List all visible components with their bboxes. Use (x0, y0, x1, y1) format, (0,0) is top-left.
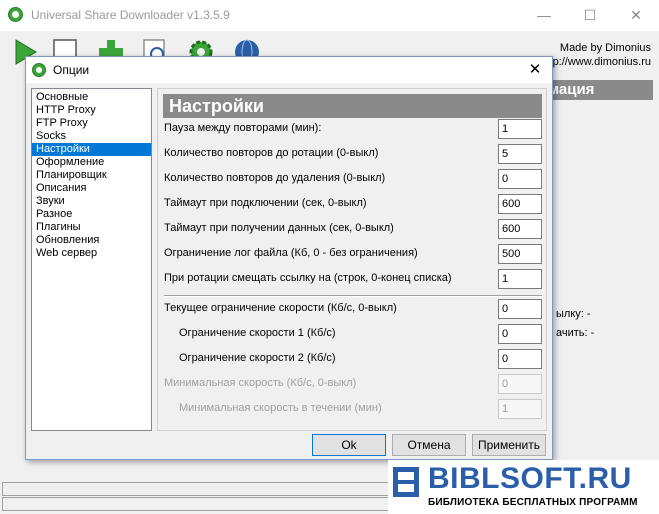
panel-title: Настройки (163, 94, 542, 118)
setting-label: Пауза между повторами (мин): (164, 122, 322, 134)
setting-input[interactable]: 1 (498, 269, 542, 289)
watermark: BIBLSOFT.RU БИБЛИОТЕКА БЕСПЛАТНЫХ ПРОГРА… (388, 460, 659, 514)
info-line-2: ачить: - (556, 327, 595, 339)
setting-label: Минимальная скорость (Кб/с, 0-выкл) (164, 377, 357, 389)
app-titlebar: Universal Share Downloader v1.3.5.9 — ☐ … (0, 0, 659, 31)
setting-input[interactable]: 600 (498, 194, 542, 214)
category-item[interactable]: Socks (32, 130, 151, 143)
category-item[interactable]: Настройки (32, 143, 151, 156)
category-item[interactable]: Основные (32, 91, 151, 104)
setting-label: Ограничение скорости 1 (Кб/с) (179, 327, 336, 339)
category-item[interactable]: FTP Proxy (32, 117, 151, 130)
setting-row: Таймаут при подключении (сек, 0-выкл) 600 (158, 194, 548, 215)
setting-input[interactable]: 0 (498, 324, 542, 344)
category-item[interactable]: Описания (32, 182, 151, 195)
setting-label: При ротации смещать ссылку на (строк, 0-… (164, 272, 452, 284)
cancel-button[interactable]: Отмена (392, 434, 466, 456)
status-field-2 (2, 497, 404, 511)
setting-label: Текущее ограничение скорости (Кб/с, 0-вы… (164, 302, 397, 314)
setting-input[interactable]: 0 (498, 299, 542, 319)
setting-label: Ограничение скорости 2 (Кб/с) (179, 352, 336, 364)
info-line-1: ылку: - (556, 308, 591, 320)
category-item[interactable]: Оформление (32, 156, 151, 169)
setting-label: Минимальная скорость в течении (мин) (179, 402, 382, 414)
setting-label: Таймаут при получении данных (сек, 0-вык… (164, 222, 394, 234)
setting-input[interactable]: 500 (498, 244, 542, 264)
section-divider (164, 295, 542, 297)
made-by-info: Made by Dimonius p://www.dimonius.ru (553, 41, 651, 69)
app-logo-icon (8, 7, 23, 22)
status-field-1 (2, 482, 404, 496)
setting-input[interactable]: 5 (498, 144, 542, 164)
close-window-button[interactable]: ✕ (613, 0, 659, 31)
watermark-logo-icon (393, 467, 419, 497)
setting-row: Текущее ограничение скорости (Кб/с, 0-вы… (158, 299, 548, 320)
setting-row: Количество повторов до ротации (0-выкл) 5 (158, 144, 548, 165)
setting-row: Ограничение лог файла (Кб, 0 - без огран… (158, 244, 548, 265)
setting-row: Количество повторов до удаления (0-выкл)… (158, 169, 548, 190)
setting-row: Минимальная скорость (Кб/с, 0-выкл) 0 (158, 374, 548, 395)
dialog-titlebar: Опции ✕ (26, 57, 552, 83)
category-item[interactable]: HTTP Proxy (32, 104, 151, 117)
setting-label: Таймаут при подключении (сек, 0-выкл) (164, 197, 367, 209)
maximize-button[interactable]: ☐ (567, 0, 613, 31)
watermark-subtitle: БИБЛИОТЕКА БЕСПЛАТНЫХ ПРОГРАММ (428, 497, 638, 508)
ok-button[interactable]: Ok (312, 434, 386, 456)
setting-row: Ограничение скорости 1 (Кб/с) 0 (158, 324, 548, 345)
dialog-close-button[interactable]: ✕ (520, 57, 550, 83)
app-title: Universal Share Downloader v1.3.5.9 (31, 8, 230, 22)
category-item[interactable]: Web сервер (32, 247, 151, 260)
made-by-text: Made by Dimonius (559, 42, 651, 54)
setting-label: Количество повторов до ротации (0-выкл) (164, 147, 379, 159)
setting-row: Минимальная скорость в течении (мин) 1 (158, 399, 548, 420)
setting-input[interactable]: 0 (498, 349, 542, 369)
options-dialog: Опции ✕ Основные HTTP Proxy FTP Proxy Socks… (25, 56, 553, 460)
setting-input[interactable]: 0 (498, 169, 542, 189)
category-item[interactable]: Обновления (32, 234, 151, 247)
category-list[interactable]: Основные HTTP Proxy FTP Proxy Socks Настройк… (31, 88, 152, 431)
watermark-title: BIBLSOFT.RU (428, 462, 632, 495)
dialog-logo-icon (32, 63, 46, 77)
setting-row: При ротации смещать ссылку на (строк, 0-… (158, 269, 548, 290)
category-item[interactable]: Планировщик (32, 169, 151, 182)
dialog-title: Опции (53, 63, 90, 77)
setting-row: Ограничение скорости 2 (Кб/с) 0 (158, 349, 548, 370)
category-item[interactable]: Звуки (32, 195, 151, 208)
setting-input: 0 (498, 374, 542, 394)
setting-input[interactable]: 600 (498, 219, 542, 239)
category-item[interactable]: Разное (32, 208, 151, 221)
settings-panel: Настройки Пауза между повторами (мин): 1 К… (157, 88, 547, 431)
setting-row: Таймаут при получении данных (сек, 0-вык… (158, 219, 548, 240)
site-link[interactable]: p://www.dimonius.ru (553, 55, 651, 69)
minimize-button[interactable]: — (521, 0, 567, 31)
setting-label: Количество повторов до удаления (0-выкл) (164, 172, 386, 184)
setting-row: Пауза между повторами (мин): 1 (158, 119, 548, 140)
setting-input: 1 (498, 399, 542, 419)
info-panel-header: мация (540, 80, 653, 100)
setting-input[interactable]: 1 (498, 119, 542, 139)
category-item[interactable]: Плагины (32, 221, 151, 234)
setting-label: Ограничение лог файла (Кб, 0 - без огран… (164, 247, 418, 259)
apply-button[interactable]: Применить (472, 434, 546, 456)
